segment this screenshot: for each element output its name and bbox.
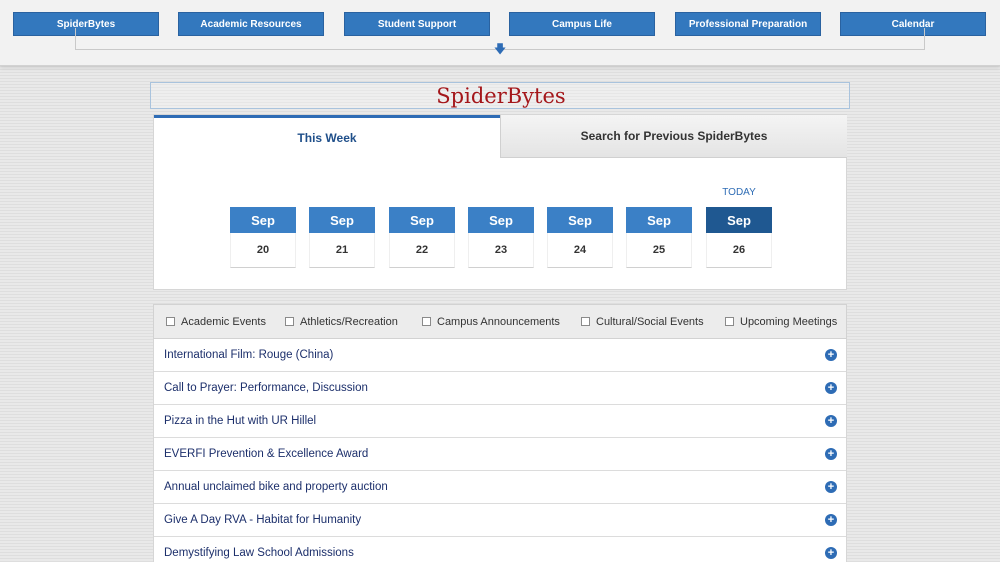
tab-search-previous[interactable]: Search for Previous SpiderBytes (500, 115, 847, 158)
day-month: Sep (309, 207, 375, 233)
tab-this-week[interactable]: This Week (154, 115, 500, 158)
day-number: 22 (389, 233, 455, 268)
event-item[interactable]: EVERFI Prevention & Excellence Award + (154, 438, 846, 471)
plus-circle-icon[interactable]: + (825, 415, 837, 427)
event-title[interactable]: International Film: Rouge (China) (164, 339, 333, 371)
filter-athletics-recreation[interactable]: Athletics/Recreation (285, 305, 398, 338)
filter-campus-announcements[interactable]: Campus Announcements (422, 305, 560, 338)
filter-cultural-social-events[interactable]: Cultural/Social Events (581, 305, 704, 338)
event-title[interactable]: Pizza in the Hut with UR Hillel (164, 405, 316, 437)
event-item[interactable]: Demystifying Law School Admissions + (154, 537, 846, 562)
checkbox[interactable] (581, 317, 590, 326)
day-month: Sep (706, 207, 772, 233)
plus-circle-icon[interactable]: + (825, 448, 837, 460)
day-month: Sep (230, 207, 296, 233)
plus-circle-icon[interactable]: + (825, 514, 837, 526)
filter-academic-events[interactable]: Academic Events (166, 305, 266, 338)
event-title[interactable]: Demystifying Law School Admissions (164, 537, 354, 562)
event-title[interactable]: Call to Prayer: Performance, Discussion (164, 372, 368, 404)
plus-circle-icon[interactable]: + (825, 481, 837, 493)
day-month: Sep (547, 207, 613, 233)
top-navigation-bar: SpiderBytes Academic Resources Student S… (0, 0, 1000, 66)
calendar-day[interactable]: Sep 25 (626, 207, 692, 269)
plus-circle-icon[interactable]: + (825, 349, 837, 361)
filter-upcoming-meetings[interactable]: Upcoming Meetings (725, 305, 837, 338)
calendar-day[interactable]: Sep 21 (309, 207, 375, 269)
arrow-down-icon[interactable]: 🡇 (492, 42, 508, 56)
day-month: Sep (468, 207, 534, 233)
filter-label: Campus Announcements (437, 315, 560, 328)
event-item[interactable]: Annual unclaimed bike and property aucti… (154, 471, 846, 504)
day-number: 23 (468, 233, 534, 268)
event-item[interactable]: International Film: Rouge (China) + (154, 339, 846, 372)
event-title[interactable]: EVERFI Prevention & Excellence Award (164, 438, 368, 470)
filter-label: Cultural/Social Events (596, 315, 704, 328)
checkbox[interactable] (725, 317, 734, 326)
event-item[interactable]: Give A Day RVA - Habitat for Humanity + (154, 504, 846, 537)
calendar-day[interactable]: Sep 24 (547, 207, 613, 269)
calendar-panel: This Week Search for Previous SpiderByte… (153, 114, 847, 290)
event-list: International Film: Rouge (China) + Call… (153, 339, 847, 562)
plus-circle-icon[interactable]: + (825, 547, 837, 559)
calendar-day[interactable]: Sep 20 (230, 207, 296, 269)
event-item[interactable]: Pizza in the Hut with UR Hillel + (154, 405, 846, 438)
day-month: Sep (626, 207, 692, 233)
filter-label: Athletics/Recreation (300, 315, 398, 328)
day-number: 26 (706, 233, 772, 268)
event-title[interactable]: Annual unclaimed bike and property aucti… (164, 471, 388, 503)
day-number: 20 (230, 233, 296, 268)
site-title: SpiderBytes (436, 84, 566, 108)
today-label: TODAY (722, 187, 756, 198)
day-number: 21 (309, 233, 375, 268)
calendar-day[interactable]: Sep 23 (468, 207, 534, 269)
day-number: 25 (626, 233, 692, 268)
event-item[interactable]: Call to Prayer: Performance, Discussion … (154, 372, 846, 405)
site-title-box: SpiderBytes (150, 82, 850, 109)
filter-label: Academic Events (181, 315, 266, 328)
calendar-day-today[interactable]: Sep 26 (706, 207, 772, 269)
calendar-day[interactable]: Sep 22 (389, 207, 455, 269)
filter-label: Upcoming Meetings (740, 315, 838, 328)
category-filters: Academic Events Athletics/Recreation Cam… (153, 304, 847, 339)
checkbox[interactable] (422, 317, 431, 326)
checkbox[interactable] (166, 317, 175, 326)
day-month: Sep (389, 207, 455, 233)
day-number: 24 (547, 233, 613, 268)
event-title[interactable]: Give A Day RVA - Habitat for Humanity (164, 504, 361, 536)
plus-circle-icon[interactable]: + (825, 382, 837, 394)
checkbox[interactable] (285, 317, 294, 326)
